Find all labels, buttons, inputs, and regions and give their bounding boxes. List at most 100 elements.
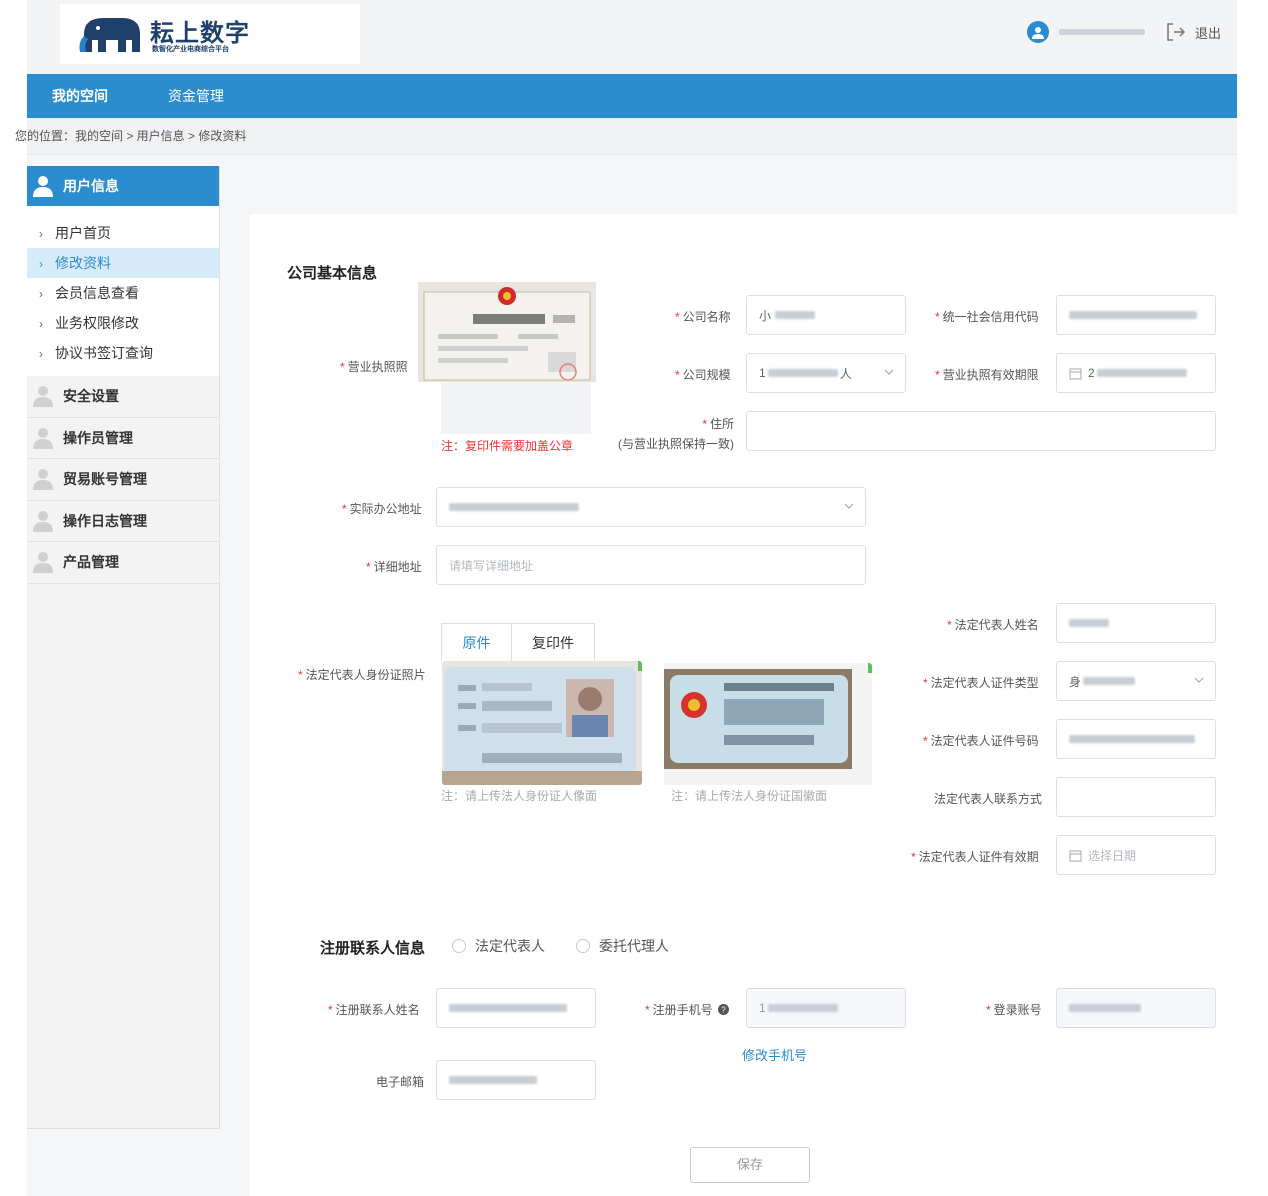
credit-code-label: * 统一社会信用代码 — [935, 310, 1039, 324]
logout-link[interactable]: 退出 — [1195, 23, 1221, 42]
sidebar: 用户信息 › 用户首页 › 修改资料 › 会员信息查看 › 业务权限修改 › 协议书签订查… — [27, 166, 220, 1129]
page: 耘上数字 数智化产业电商综合平台 退出 我的空间 资金管理 您的位置：我的空间 … — [15, 0, 1237, 1196]
sidebar-group-products[interactable]: 产品管理 — [27, 542, 219, 584]
change-phone-link[interactable]: 修改手机号 — [742, 1045, 807, 1064]
tab-copy[interactable]: 复印件 — [512, 624, 594, 661]
breadcrumb-text: 您的位置：我的空间 > 用户信息 > 修改资料 — [15, 129, 247, 143]
license-photo — [418, 282, 596, 382]
legal-contact-input[interactable] — [1056, 777, 1216, 817]
elephant-logo-icon — [79, 18, 140, 52]
legal-contact-label: 法定代表人联系方式 — [934, 792, 1043, 806]
legal-name-input[interactable] — [1056, 603, 1216, 643]
user-icon — [33, 510, 53, 532]
id-back-photo — [664, 663, 872, 785]
detail-address-label: * 详细地址 — [366, 560, 422, 574]
legal-id-number-label: * 法定代表人证件号码 — [923, 734, 1039, 748]
user-icon — [33, 386, 53, 408]
license-validity-picker[interactable]: 2 — [1056, 353, 1216, 393]
sidebar-group-trade-accounts[interactable]: 贸易账号管理 — [27, 459, 219, 501]
logo[interactable]: 耘上数字 数智化产业电商综合平台 — [60, 4, 360, 64]
contact-name-label: * 注册联系人姓名 — [328, 1003, 420, 1017]
calendar-icon — [1069, 850, 1082, 861]
id-photo-tabs: 原件 复印件 — [441, 623, 595, 661]
detail-address-input[interactable]: 请填写详细地址 — [436, 545, 866, 585]
save-button[interactable]: 保存 — [690, 1147, 810, 1183]
sidebar-item-member-info[interactable]: › 会员信息查看 — [27, 278, 219, 308]
sidebar-group-label: 安全设置 — [63, 388, 119, 405]
residence-label: * 住所 (与营业执照保持一致) — [618, 417, 734, 451]
sidebar-group-label: 产品管理 — [63, 554, 119, 571]
chevron-down-icon — [1194, 677, 1204, 683]
sidebar-group-security[interactable]: 安全设置 — [27, 376, 219, 418]
radio-legal-representative[interactable]: 法定代表人 — [452, 936, 545, 956]
sidebar-group-logs[interactable]: 操作日志管理 — [27, 501, 219, 542]
business-license-image[interactable] — [418, 282, 596, 382]
svg-text:?: ? — [721, 1006, 726, 1015]
license-note: 注：复印件需要加盖公章 — [441, 439, 574, 453]
company-section-title: 公司基本信息 — [287, 265, 378, 282]
help-icon[interactable]: ? — [718, 1004, 730, 1015]
legal-id-type-select[interactable]: 身 — [1056, 661, 1216, 701]
chevron-right-icon: › — [39, 287, 43, 301]
sidebar-group-label: 操作日志管理 — [63, 512, 147, 529]
office-address-label: * 实际办公地址 — [342, 502, 422, 516]
nav-my-space[interactable]: 我的空间 — [52, 74, 108, 118]
radio-circle — [576, 939, 590, 953]
id-back-note: 注：请上传法人身份证国徽面 — [671, 789, 828, 803]
email-label: 电子邮箱 — [376, 1075, 425, 1089]
logo-subtitle: 数智化产业电商综合平台 — [152, 46, 229, 53]
radio-authorized-agent[interactable]: 委托代理人 — [576, 936, 669, 956]
residence-input[interactable] — [746, 411, 1216, 451]
license-label: * 营业执照照 — [340, 360, 408, 374]
radio-circle — [452, 939, 466, 953]
office-address-select[interactable] — [436, 487, 866, 527]
legal-id-validity-label: * 法定代表人证件有效期 — [911, 850, 1039, 864]
breadcrumb: 您的位置：我的空间 > 用户信息 > 修改资料 — [15, 118, 1237, 155]
sidebar-item-label: 用户首页 — [55, 225, 111, 241]
user-icon — [33, 552, 53, 574]
tab-original[interactable]: 原件 — [442, 624, 512, 661]
chevron-right-icon: › — [39, 347, 43, 361]
sidebar-group-operators[interactable]: 操作员管理 — [27, 418, 219, 459]
id-card-back-image[interactable] — [664, 663, 872, 785]
id-card-front-image[interactable] — [442, 661, 642, 785]
login-account-input — [1056, 988, 1216, 1028]
credit-code-input[interactable] — [1056, 295, 1216, 335]
chevron-down-icon — [844, 503, 854, 509]
company-scale-select[interactable]: 1人 — [746, 353, 906, 393]
login-account-label: * 登录账号 — [986, 1003, 1042, 1017]
legal-id-number-input[interactable] — [1056, 719, 1216, 759]
contact-phone-input: 1 — [746, 988, 906, 1028]
sidebar-item-permissions[interactable]: › 业务权限修改 — [27, 308, 219, 338]
user-icon — [33, 427, 53, 449]
sidebar-item-label: 修改资料 — [55, 255, 111, 271]
profile-form: 公司基本信息 * 营业执照照 注：复印件需要加盖公章 * 公司名称 小 * 统一… — [250, 214, 1237, 1196]
email-input[interactable] — [436, 1060, 596, 1100]
license-upload-area[interactable] — [441, 382, 591, 434]
user-icon — [33, 176, 53, 197]
user-area: 退出 — [1026, 20, 1221, 44]
logout-icon[interactable] — [1165, 21, 1187, 43]
sidebar-item-label: 会员信息查看 — [55, 285, 139, 301]
company-name-input[interactable]: 小 — [746, 295, 906, 335]
sidebar-submenu: › 用户首页 › 修改资料 › 会员信息查看 › 业务权限修改 › 协议书签订查询 — [27, 206, 219, 376]
chevron-down-icon — [884, 369, 894, 375]
logo-title: 耘上数字 — [150, 20, 250, 47]
sidebar-item-edit-profile[interactable]: › 修改资料 — [27, 248, 219, 278]
legal-name-label: * 法定代表人姓名 — [947, 618, 1039, 632]
sidebar-header-user-info[interactable]: 用户信息 — [27, 166, 219, 206]
sidebar-header-label: 用户信息 — [63, 178, 119, 194]
main-nav: 我的空间 资金管理 — [27, 74, 1237, 118]
nav-fund-management[interactable]: 资金管理 — [168, 74, 224, 118]
calendar-icon — [1069, 368, 1082, 379]
contact-phone-label: * 注册手机号 ? — [645, 1001, 730, 1018]
legal-id-validity-picker[interactable]: 选择日期 — [1056, 835, 1216, 875]
username — [1058, 29, 1145, 35]
sidebar-item-agreements[interactable]: › 协议书签订查询 — [27, 338, 219, 368]
user-avatar-icon[interactable] — [1026, 21, 1049, 43]
chevron-right-icon: › — [39, 317, 43, 331]
id-front-photo — [442, 661, 642, 785]
contact-name-input[interactable] — [436, 988, 596, 1028]
company-name-label: * 公司名称 — [675, 310, 731, 324]
sidebar-item-user-home[interactable]: › 用户首页 — [27, 218, 219, 248]
